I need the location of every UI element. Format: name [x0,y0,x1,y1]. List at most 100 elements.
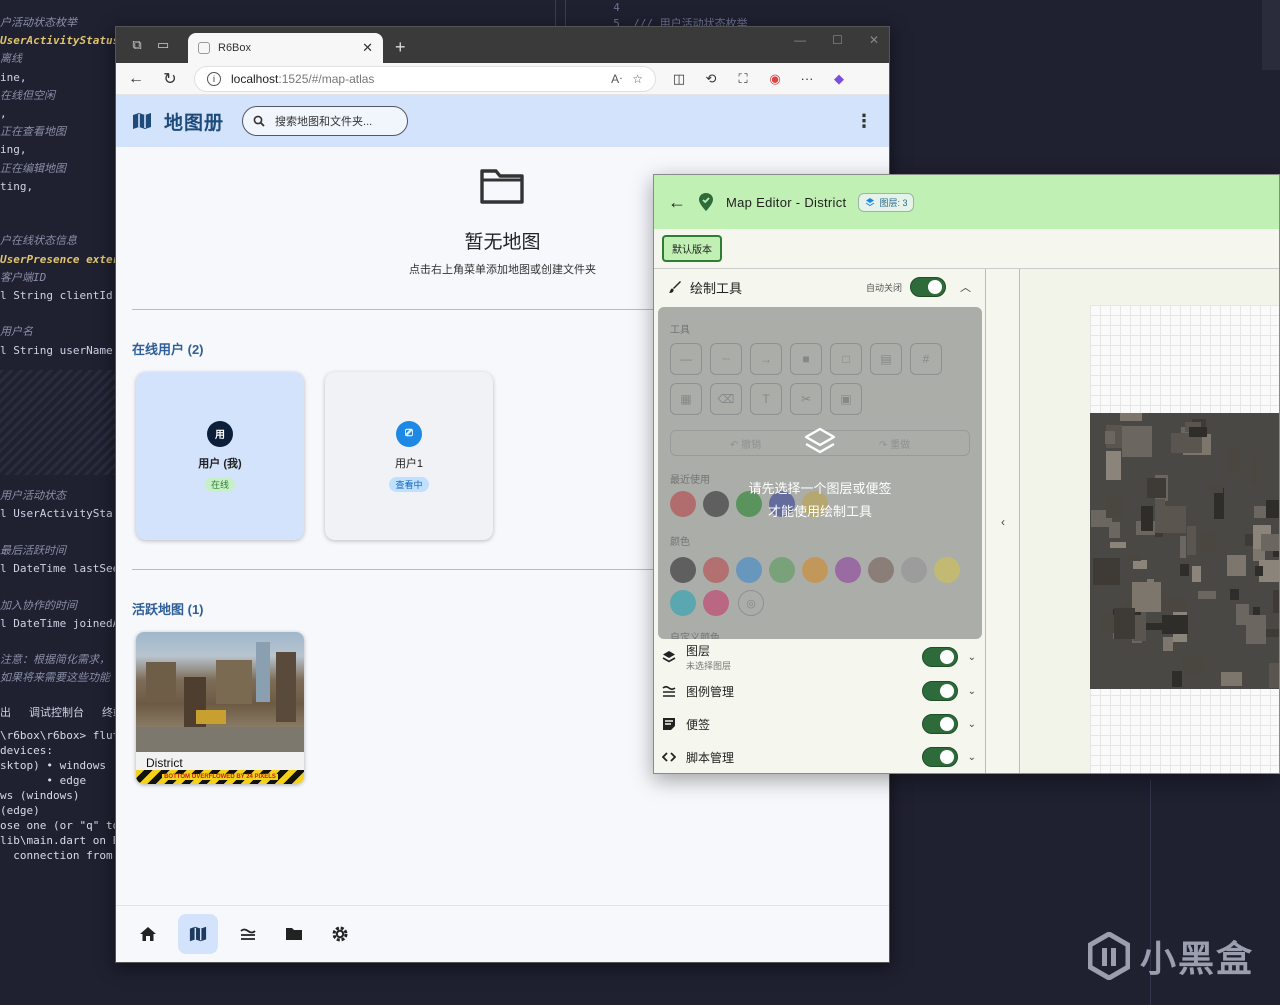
chevron-down-icon[interactable]: ⌄ [968,719,976,730]
new-tab-button[interactable]: + [395,37,406,58]
more-vert-icon[interactable]: ⋮ [855,111,873,132]
chevron-down-icon[interactable]: ⌄ [968,752,976,763]
tab-actions-icon[interactable]: ▭ [152,34,174,56]
map-texture-block [1162,598,1187,610]
section-toggle[interactable] [921,647,958,667]
folder-outline-icon [480,169,524,204]
favorite-star-icon[interactable]: ☆ [632,72,643,86]
screenshot-icon[interactable]: ⛶ [734,71,752,87]
history-icon[interactable]: ⟲ [702,71,720,87]
draw-tools-header[interactable]: 绘制工具 自动关闭 ︿ [654,269,985,305]
map-icon [133,113,151,129]
code-line: , [0,107,7,121]
section-label: 便签 [686,717,711,732]
section-toggle[interactable] [921,747,958,767]
split-screen-icon[interactable]: ◫ [670,71,688,87]
nav-legends[interactable] [232,918,264,950]
overlay-message-line2: 才能使用绘制工具 [767,504,872,519]
map-card[interactable]: District BOTTOM OVERFLOWED BY 24 PIXELS [136,632,304,784]
address-bar-row: ← ↻ i localhost:1525/#/map-atlas Aᐧ ☆ ◫ … [116,63,889,95]
browser-tab[interactable]: R6Box ✕ [188,33,383,63]
terminal-tab[interactable]: 出 [0,704,11,720]
url-field[interactable]: i localhost:1525/#/map-atlas Aᐧ ☆ [194,65,656,92]
terminal-tab[interactable]: 调试控制台 [29,704,84,720]
avatar: ⎚ [396,420,422,447]
code-line: 正在编辑地图 [0,161,66,175]
map-texture-block [1230,589,1239,600]
map-texture-block [1155,506,1186,533]
close-window-button[interactable]: ✕ [869,33,879,47]
user-card[interactable]: ⎚ 用户1 查看中 [325,372,493,540]
editor-scrollbar[interactable] [1262,0,1280,70]
section-legends[interactable]: 图例管理 ⌄ [654,675,986,707]
terminal-line: ose one (or "q" to [0,819,118,832]
side-panel: 绘制工具 自动关闭 ︿ 工具 — ┈ → ■ □ ▤ # ▦ ⌫ T ✂ ▣ ↶… [654,269,986,773]
back-arrow-icon[interactable]: ← [668,192,686,213]
map-texture-block [1180,536,1186,558]
watermark-logo-icon [1088,932,1130,980]
chevron-down-icon[interactable]: ⌄ [968,652,976,663]
back-icon[interactable]: ← [126,70,146,88]
layers-icon [804,427,836,454]
user-name: 用户 (我) [198,457,242,470]
map-texture-block [1133,560,1147,569]
search-input[interactable]: 搜索地图和文件夹... [242,106,409,136]
active-maps-title: 活跃地图 (1) [132,602,204,617]
collapse-panel-button[interactable]: ‹ [987,269,1020,773]
map-texture-block [1105,431,1115,444]
section-label: 脚本管理 [686,750,735,765]
terminal-line: ws (windows) [0,789,80,802]
terminal-line: sktop) • windows [0,759,106,772]
code-line: 在线但空闲 [0,88,55,102]
terminal-line: devices: [0,744,53,757]
code-line: l DateTime lastSee [0,562,120,576]
nav-settings[interactable] [324,918,356,950]
map-canvas[interactable] [1021,269,1279,773]
brush-icon [669,281,681,293]
map-image[interactable] [1090,413,1279,689]
auto-close-toggle[interactable] [910,277,946,297]
user-card[interactable]: 用 用户 (我) 在线 [136,372,304,540]
map-texture-block [1162,615,1188,634]
code-line: ine, [0,70,27,84]
terminal-line: \r6box\r6box> flut [0,729,118,742]
layer-count-chip[interactable]: 图层: 3 [858,192,915,212]
tab-close-icon[interactable]: ✕ [362,40,373,56]
read-aloud-icon[interactable]: Aᐧ [611,72,622,86]
site-info-icon[interactable]: i [207,71,221,86]
note-icon [663,718,675,730]
terminal-tabs[interactable]: 出调试控制台 终端 [0,704,124,720]
copilot-icon[interactable]: ◆ [830,71,848,87]
map-texture-block [1255,566,1263,576]
version-button[interactable]: 默认版本 [662,235,722,262]
section-scripts[interactable]: 脚本管理 ⌄ [654,741,986,773]
code-line: 客户端ID [0,270,47,284]
editor-title: Map Editor - District [726,194,847,210]
code-line: l DateTime joinedA [0,616,120,630]
url-host: localhost [231,71,279,86]
code-line: 4 [600,1,620,14]
nav-maps[interactable] [178,914,218,954]
chevron-down-icon[interactable]: ⌄ [968,686,976,697]
map-icon [189,926,207,942]
map-texture-block [1269,663,1279,688]
layer-count-label: 图层: 3 [879,197,908,208]
folder-icon [286,928,302,940]
extension-icon[interactable]: ◉ [766,71,784,87]
map-texture-block [1147,478,1166,498]
more-menu-icon[interactable]: ··· [798,71,816,86]
chevron-up-icon[interactable]: ︿ [960,279,971,295]
nav-folders[interactable] [278,918,310,950]
section-label: 图例管理 [686,684,735,699]
workspaces-icon[interactable]: ⧉ [126,34,148,56]
section-toggle[interactable] [921,714,958,734]
minimize-button[interactable]: — [794,33,806,47]
section-notes[interactable]: 便签 ⌄ [654,708,986,740]
maximize-button[interactable]: ☐ [832,33,843,47]
map-texture-block [1189,427,1207,437]
section-toggle[interactable] [921,681,958,701]
nav-home[interactable] [132,918,164,950]
reload-icon[interactable]: ↻ [160,69,180,89]
section-layers[interactable]: 图层 未选择图层 ⌄ [654,641,986,673]
